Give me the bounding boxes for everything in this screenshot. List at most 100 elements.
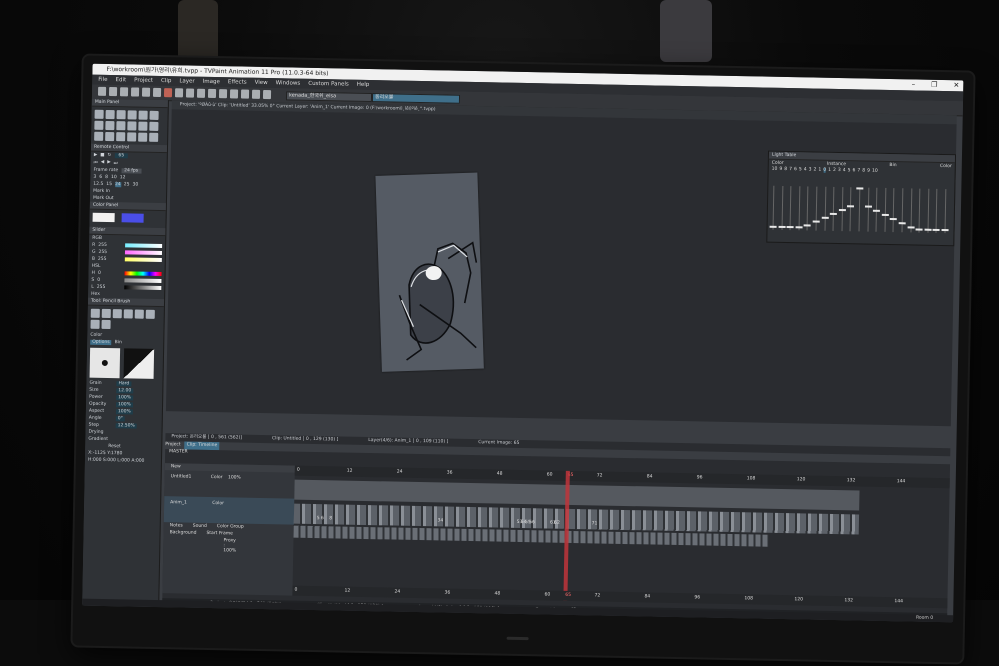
minimize-button[interactable]: – — [912, 79, 916, 90]
rectangle-tool-icon[interactable] — [116, 110, 126, 120]
light-table-slider-knob[interactable] — [830, 212, 838, 216]
light-table-instance-header[interactable]: Instance — [827, 162, 846, 167]
light-table-slider-knob[interactable] — [915, 228, 923, 231]
color-wheel-icon[interactable] — [163, 88, 173, 98]
eraser-tool-icon[interactable] — [94, 120, 104, 130]
reset-button[interactable]: Reset — [108, 444, 121, 449]
prop-value[interactable]: 0° — [115, 416, 125, 422]
prop-value[interactable]: 100% — [115, 402, 133, 408]
light-table-slider[interactable] — [858, 187, 861, 232]
l-value[interactable]: 255 — [97, 285, 106, 290]
light-table-bin-header[interactable]: Bin — [889, 163, 896, 168]
light-table-slider[interactable] — [815, 186, 818, 231]
oil-brush-icon[interactable] — [112, 309, 122, 319]
light-table-sliders[interactable] — [769, 185, 951, 237]
prop-value[interactable]: Hard — [116, 381, 132, 387]
pencil-brush-icon[interactable] — [90, 308, 100, 318]
light-bulb-icon[interactable] — [196, 88, 206, 98]
prop-value[interactable]: 100% — [115, 409, 133, 415]
layer-icon[interactable] — [174, 88, 184, 98]
next-frame-icon[interactable]: ▶ — [107, 160, 111, 166]
light-table-slider[interactable] — [789, 186, 792, 231]
brush-tool-icon[interactable] — [105, 109, 115, 120]
fps-option[interactable]: 3 — [93, 175, 96, 180]
light-table-slider[interactable] — [927, 188, 930, 233]
maximize-button[interactable]: ❐ — [931, 80, 937, 91]
tab-project[interactable]: Project — [165, 441, 181, 449]
menu-effects[interactable]: Effects — [228, 77, 247, 87]
lasso-tool-icon[interactable] — [138, 110, 148, 120]
tab-bin[interactable]: Bin — [115, 340, 122, 345]
fill-tool-icon[interactable] — [149, 110, 159, 120]
brush-preset-field[interactable]: kenada_한국쉬_elsa — [285, 91, 373, 103]
chart-icon[interactable] — [251, 89, 261, 99]
eraser-brush-icon[interactable] — [145, 309, 155, 319]
zoom-icon[interactable] — [218, 89, 228, 99]
menu-project[interactable]: Project — [134, 75, 153, 85]
fps-option[interactable]: 12 — [120, 175, 126, 180]
b-value[interactable]: 255 — [98, 257, 107, 262]
move-tool-icon[interactable] — [105, 131, 115, 142]
fps-option[interactable]: 12.5 — [93, 182, 103, 187]
light-table-slider[interactable] — [918, 188, 921, 233]
layer-opacity[interactable]: 100% — [228, 475, 241, 480]
redo-icon[interactable] — [141, 87, 151, 97]
menu-image[interactable]: Image — [203, 77, 220, 87]
circle-tool-icon[interactable] — [105, 120, 115, 131]
layer-row-untitled1[interactable]: Untitled1 Color 100% — [164, 470, 294, 498]
light-table-slider[interactable] — [901, 188, 904, 233]
fps-option[interactable]: 24 — [114, 182, 121, 188]
blur-brush-icon[interactable] — [90, 319, 100, 329]
light-table-slider-knob[interactable] — [873, 209, 881, 212]
menu-help[interactable]: Help — [357, 80, 370, 90]
menu-clip[interactable]: Clip — [161, 76, 172, 86]
light-table-slider[interactable] — [781, 185, 783, 230]
prop-value[interactable]: 100% — [116, 395, 134, 401]
light-table-slider[interactable] — [849, 187, 852, 232]
h-slider[interactable] — [124, 271, 162, 277]
light-table-slider[interactable] — [935, 188, 938, 233]
airbrush-icon[interactable] — [101, 308, 111, 319]
s-slider[interactable] — [124, 278, 162, 284]
secondary-color-swatch[interactable] — [121, 213, 145, 223]
light-table-slider-knob[interactable] — [941, 229, 949, 232]
light-table-slider-knob[interactable] — [856, 187, 864, 190]
light-table-slider-knob[interactable] — [864, 205, 872, 208]
menu-view[interactable]: View — [255, 78, 268, 88]
light-table-slider-knob[interactable] — [890, 218, 898, 221]
color-group-button[interactable]: Color Group — [217, 524, 244, 530]
s-value[interactable]: 0 — [97, 278, 100, 283]
light-table-slider-knob[interactable] — [932, 228, 940, 231]
camera-icon[interactable] — [229, 89, 239, 99]
layer-name[interactable]: Anim_1 — [170, 500, 187, 505]
save-icon[interactable] — [119, 87, 129, 97]
fps-option[interactable]: 8 — [105, 175, 108, 180]
light-table-slider-knob[interactable] — [769, 225, 777, 228]
prop-value[interactable]: 12.50% — [115, 423, 137, 429]
light-table-slider-knob[interactable] — [812, 220, 820, 223]
open-icon[interactable] — [108, 87, 118, 97]
prop-value[interactable]: 12.00 — [116, 388, 134, 394]
ink-icon[interactable] — [134, 309, 144, 319]
new-layer-button[interactable]: New — [171, 464, 181, 469]
text-brush-icon[interactable] — [101, 319, 111, 330]
r-value[interactable]: 255 — [98, 243, 107, 248]
stamp-tool-icon[interactable] — [127, 132, 137, 142]
light-table-color-header-right[interactable]: Color — [940, 164, 952, 169]
primary-color-swatch[interactable] — [92, 212, 115, 223]
start-frame-field[interactable]: Start Frame — [206, 531, 233, 537]
layer-row-anim1[interactable]: Anim_1 Color — [163, 496, 295, 525]
grid-icon[interactable] — [207, 88, 217, 99]
framerate-value[interactable]: 24 fps — [121, 168, 142, 174]
light-table-slider[interactable] — [832, 186, 835, 231]
light-table-slider-knob[interactable] — [907, 226, 915, 229]
marker-icon[interactable] — [123, 309, 133, 319]
brush-icon[interactable] — [185, 88, 195, 98]
fps-option[interactable]: 30 — [132, 182, 138, 187]
prev-frame-icon[interactable]: ◀ — [101, 160, 105, 166]
pencil-tool-icon[interactable] — [94, 109, 104, 119]
light-table-slider[interactable] — [798, 186, 801, 231]
shape-tool-icon[interactable] — [127, 121, 137, 131]
text-tool-icon[interactable] — [94, 131, 104, 141]
light-table-slider[interactable] — [944, 189, 947, 234]
